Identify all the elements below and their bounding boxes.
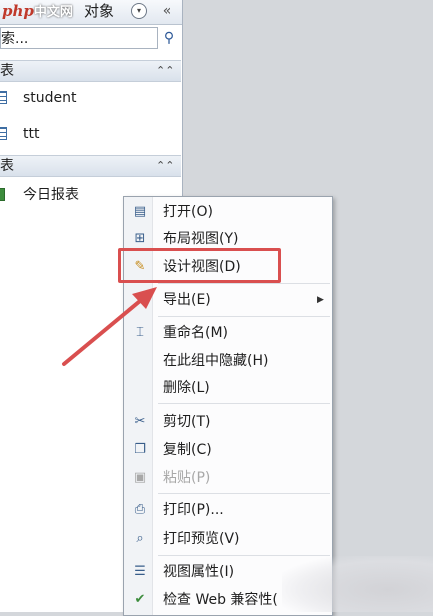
annotation-arrow bbox=[62, 287, 157, 366]
watermark-smudge bbox=[282, 556, 433, 612]
